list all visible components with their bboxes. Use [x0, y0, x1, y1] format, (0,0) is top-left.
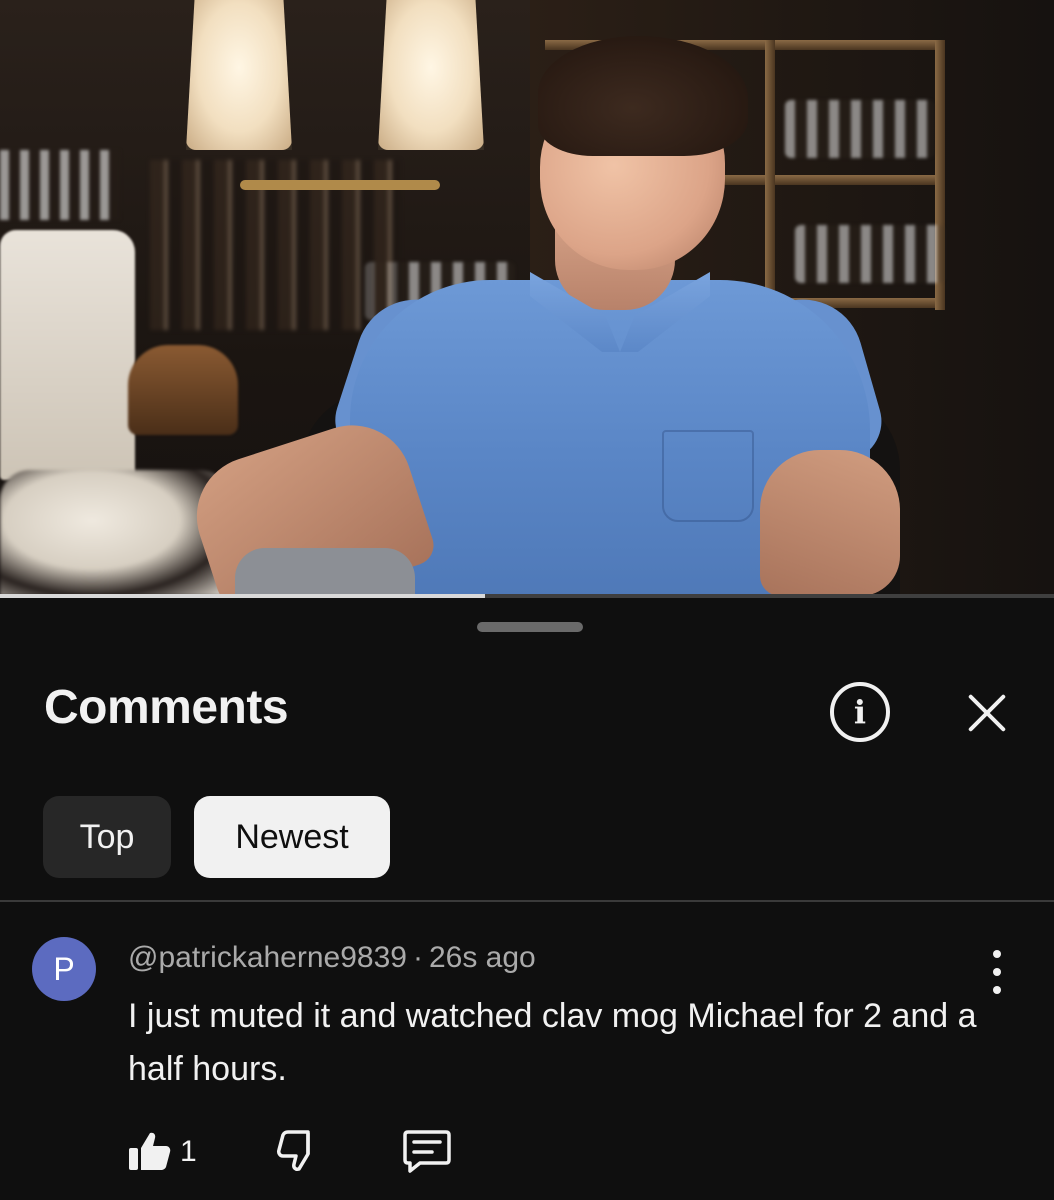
info-glyph: i — [853, 693, 867, 731]
lamp-shade — [378, 0, 484, 150]
comments-title: Comments — [44, 681, 289, 734]
glass-row — [795, 225, 945, 283]
like-count: 1 — [180, 1135, 197, 1168]
meta-separator: · — [412, 941, 423, 974]
video-player[interactable] — [0, 0, 1054, 596]
person-pants — [235, 548, 415, 596]
glass-row — [785, 100, 935, 158]
white-chair — [0, 230, 135, 480]
comment-text: I just muted it and watched clav mog Mic… — [128, 997, 977, 1088]
comments-panel: Comments i Top Newest P @patrickaherne98… — [0, 598, 1054, 1200]
person-hair — [538, 36, 748, 156]
fur-stool — [0, 470, 230, 596]
comment-meta: @patrickaherne9839 · 26s ago — [128, 940, 536, 976]
lamp-shade — [186, 0, 292, 150]
person-arm — [760, 450, 900, 596]
comment-time: 26s ago — [428, 941, 536, 974]
drag-handle[interactable] — [477, 622, 583, 632]
sort-chip-newest[interactable]: Newest — [194, 796, 390, 878]
divider — [0, 900, 1054, 902]
comment-author[interactable]: @patrickaherne9839 — [128, 941, 407, 974]
more-vertical-icon[interactable] — [980, 950, 1014, 994]
sort-chip-top[interactable]: Top — [43, 796, 171, 878]
reply-icon[interactable] — [402, 1128, 452, 1174]
menu-dot — [993, 950, 1001, 958]
thumbs-down-icon[interactable] — [274, 1128, 320, 1174]
close-icon[interactable] — [960, 686, 1014, 740]
shirt-pocket — [662, 430, 754, 522]
avatar[interactable]: P — [32, 937, 96, 1001]
info-icon[interactable]: i — [830, 682, 890, 742]
glass-shelf-left — [0, 150, 120, 220]
shelf-post — [765, 40, 775, 310]
thumbs-up-icon[interactable] — [126, 1128, 172, 1174]
leather-chair-arm — [128, 345, 238, 435]
lamp-arm — [240, 180, 440, 190]
menu-dot — [993, 968, 1001, 976]
